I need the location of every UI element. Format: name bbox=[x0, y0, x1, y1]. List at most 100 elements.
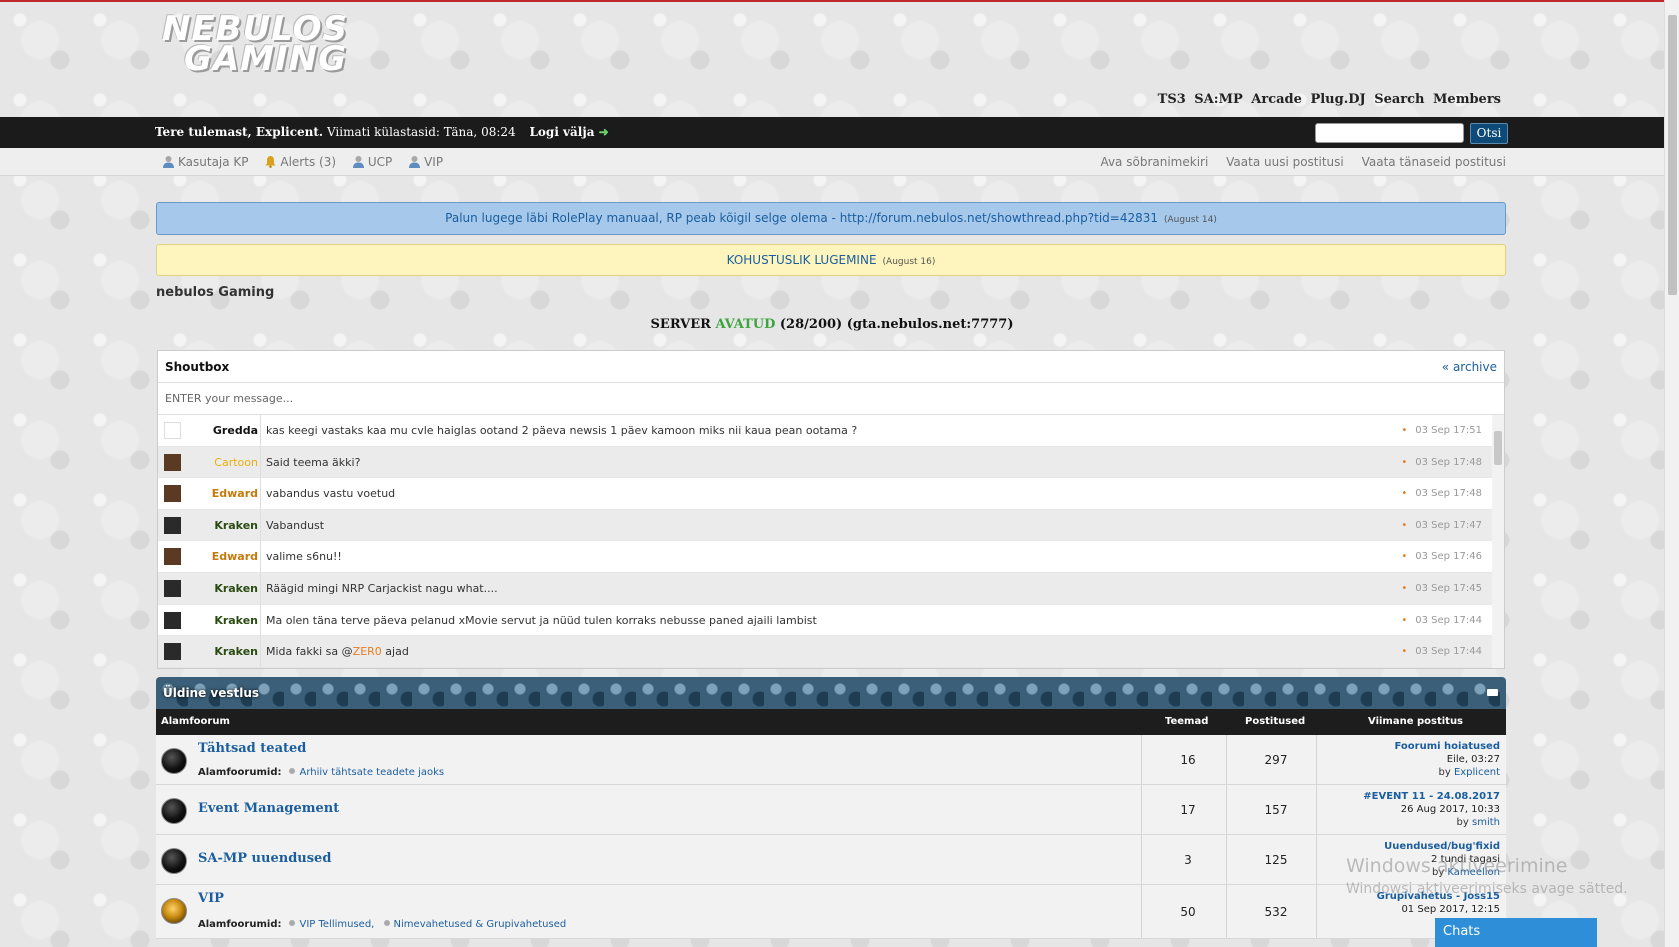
forum-name-link[interactable]: Event Management bbox=[198, 801, 339, 816]
shout-time: • 03 Sep 17:44 bbox=[1401, 615, 1482, 626]
shout-user[interactable]: Edward bbox=[188, 487, 258, 500]
chats-button[interactable]: Chats bbox=[1435, 918, 1597, 947]
col-subforum: Alamfoorum bbox=[161, 716, 230, 727]
shout-time-text: 03 Sep 17:48 bbox=[1415, 456, 1482, 468]
shout-message: Vabandust bbox=[266, 518, 325, 532]
nav-buddy-list[interactable]: Ava sõbranimekiri bbox=[1100, 155, 1208, 169]
shout-message: Mida fakki sa @ZER0 ajad bbox=[266, 645, 409, 658]
forum-name-link[interactable]: SA-MP uuendused bbox=[198, 851, 331, 866]
shout-user[interactable]: Gredda bbox=[188, 424, 258, 437]
forum-name-link[interactable]: Tähtsad teated bbox=[198, 741, 306, 756]
nav-new-posts[interactable]: Vaata uusi postitusi bbox=[1226, 155, 1344, 169]
forum-category-header: Üldine vestlus bbox=[156, 677, 1506, 709]
last-post-title[interactable]: Foorumi hoiatused bbox=[1394, 740, 1500, 753]
windows-activation-watermark: Windows aktiveerimine Windowsi aktiveeri… bbox=[1346, 855, 1628, 897]
shout-user[interactable]: Kraken bbox=[188, 519, 258, 532]
bullet-icon: • bbox=[1401, 582, 1408, 594]
nav-user-cp-label: Kasutaja KP bbox=[178, 155, 249, 169]
avatar[interactable] bbox=[164, 422, 181, 439]
toplink-arcade[interactable]: Arcade bbox=[1251, 92, 1302, 107]
nav-todays-posts[interactable]: Vaata tänaseid postitusi bbox=[1362, 155, 1506, 169]
announcement-roleplay[interactable]: Palun lugege läbi RolePlay manuaal, RP p… bbox=[156, 202, 1506, 235]
toplink-samp[interactable]: SA:MP bbox=[1194, 92, 1242, 107]
bullet-icon: • bbox=[1401, 519, 1408, 531]
shoutbox-title: Shoutbox bbox=[165, 360, 230, 374]
search-button[interactable]: Otsi bbox=[1470, 123, 1508, 144]
toplink-plugdj[interactable]: Plug.DJ bbox=[1310, 92, 1365, 107]
divider bbox=[1316, 785, 1317, 834]
forum-category: Üldine vestlus Alamfoorum Teemad Postitu… bbox=[156, 677, 1506, 947]
nav-user-cp[interactable]: Kasutaja KP bbox=[162, 155, 249, 169]
bullet-icon: • bbox=[1401, 488, 1408, 500]
forum-status-icon bbox=[161, 848, 187, 874]
shout-user[interactable]: Kraken bbox=[188, 582, 258, 595]
bullet-icon: • bbox=[1401, 456, 1408, 468]
shoutbox-archive-link[interactable]: « archive bbox=[1442, 360, 1497, 374]
shout-user[interactable]: Cartoon bbox=[188, 456, 258, 469]
shout-message: Ma olen täna terve päeva pelanud xMovie … bbox=[266, 613, 817, 627]
last-post-user-link[interactable]: Explicent bbox=[1454, 767, 1500, 778]
toplink-members[interactable]: Members bbox=[1433, 92, 1501, 107]
divider bbox=[1226, 785, 1227, 834]
avatar[interactable] bbox=[164, 548, 181, 566]
toplink-ts3[interactable]: TS3 bbox=[1158, 92, 1186, 107]
shoutbox-message-input[interactable]: ENTER your message... bbox=[158, 383, 1504, 415]
avatar[interactable] bbox=[164, 643, 181, 661]
shoutbox-scrollbar[interactable] bbox=[1492, 415, 1504, 668]
divider bbox=[1316, 735, 1317, 784]
col-topics: Teemad bbox=[1165, 716, 1209, 727]
shout-time: • 03 Sep 17:46 bbox=[1401, 551, 1482, 562]
subforum-link[interactable]: VIP Tellimused, bbox=[299, 919, 374, 930]
welcome-bar: Tere tulemast, Explicent. Viimati külast… bbox=[0, 117, 1664, 148]
avatar[interactable] bbox=[164, 485, 181, 503]
shout-row: Edward valime s6nu!! • 03 Sep 17:46 bbox=[158, 541, 1504, 573]
nav-vip[interactable]: VIP bbox=[408, 155, 443, 169]
shout-message: vabandus vastu voetud bbox=[266, 487, 396, 501]
forum-name-link[interactable]: VIP bbox=[198, 891, 224, 906]
subforum-list: Alamfoorumid: VIP Tellimused, Nimevahetus… bbox=[198, 919, 570, 930]
scrollbar-thumb[interactable] bbox=[1668, 15, 1677, 295]
bullet-icon: • bbox=[1401, 551, 1408, 563]
subnav-right: Ava sõbranimekiri Vaata uusi postitusi V… bbox=[1086, 155, 1506, 169]
shout-user[interactable]: Edward bbox=[188, 550, 258, 563]
announcement-text: Palun lugege läbi RolePlay manuaal, RP p… bbox=[445, 211, 1159, 225]
toplink-search[interactable]: Search bbox=[1374, 92, 1424, 107]
avatar[interactable] bbox=[164, 516, 181, 534]
shoutbox-messages: Gredda kas keegi vastaks kaa mu cvle hai… bbox=[158, 415, 1504, 668]
nav-ucp[interactable]: UCP bbox=[352, 155, 392, 169]
announcement-mandatory[interactable]: KOHUSTUSLIK LUGEMINE (August 16) bbox=[156, 244, 1506, 276]
shout-user[interactable]: Kraken bbox=[188, 645, 258, 658]
last-post-title[interactable]: Uuendused/bug'fixid bbox=[1384, 840, 1500, 853]
avatar[interactable] bbox=[164, 453, 181, 471]
last-post: #EVENT 11 - 24.08.2017 26 Aug 2017, 10:3… bbox=[1363, 790, 1500, 829]
last-visit: Viimati külastasid: Täna, 08:24 bbox=[326, 125, 516, 139]
forum-category-title[interactable]: Üldine vestlus bbox=[163, 686, 259, 700]
nav-alerts[interactable]: Alerts (3) bbox=[264, 155, 336, 169]
collapse-icon[interactable] bbox=[1487, 689, 1498, 696]
last-post-user-link[interactable]: smith bbox=[1472, 817, 1500, 828]
page-scrollbar[interactable] bbox=[1664, 0, 1679, 947]
scrollbar-thumb[interactable] bbox=[1494, 431, 1502, 465]
mention-link[interactable]: ZER0 bbox=[353, 645, 382, 658]
shout-message: kas keegi vastaks kaa mu cvle haiglas oo… bbox=[266, 424, 858, 437]
shout-user[interactable]: Kraken bbox=[188, 614, 258, 627]
col-posts: Postitused bbox=[1245, 716, 1306, 727]
avatar[interactable] bbox=[164, 579, 181, 597]
subforum-link[interactable]: Arhiiv tähtsate teadete jaoks bbox=[299, 767, 444, 778]
site-logo[interactable]: NEBULOS GAMING bbox=[162, 12, 348, 79]
avatar[interactable] bbox=[164, 611, 181, 629]
shout-time: • 03 Sep 17:45 bbox=[1401, 583, 1482, 594]
forum-posts-count: 125 bbox=[1264, 853, 1288, 867]
forum-row: Tähtsad teated Alamfoorumid: Arhiiv tähts… bbox=[156, 735, 1506, 785]
search-input[interactable] bbox=[1315, 123, 1464, 143]
subforum-link[interactable]: Nimevahetused & Grupivahetused bbox=[394, 919, 567, 930]
divider bbox=[260, 541, 261, 572]
logo-line-2: GAMING bbox=[184, 39, 348, 79]
divider bbox=[1316, 885, 1317, 938]
last-post-title[interactable]: #EVENT 11 - 24.08.2017 bbox=[1363, 790, 1500, 803]
divider bbox=[260, 636, 261, 667]
forum-row: Event Management 17 157 #EVENT 11 - 24.0… bbox=[156, 785, 1506, 835]
last-post-author: by smith bbox=[1363, 816, 1500, 829]
logout-link[interactable]: Logi välja ➜ bbox=[529, 125, 608, 139]
divider bbox=[1226, 835, 1227, 884]
